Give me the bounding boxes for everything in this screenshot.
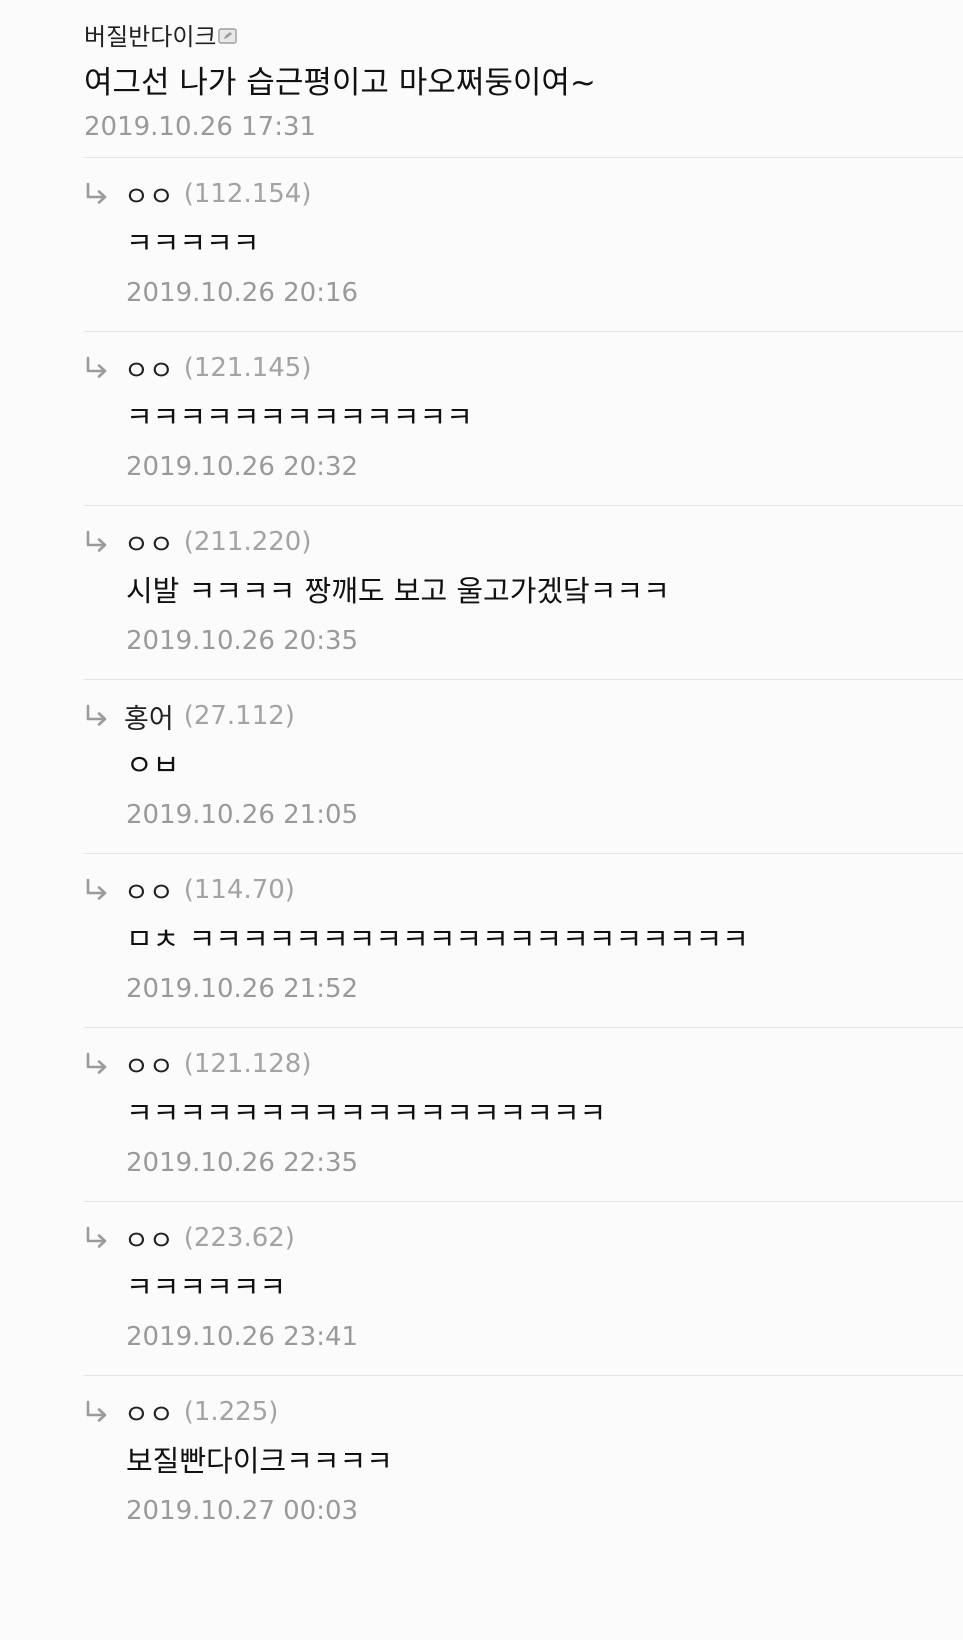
reply-item: ㅇㅇ (121.145) ㅋㅋㅋㅋㅋㅋㅋㅋㅋㅋㅋㅋㅋ 2019.10.26 20… [84, 332, 963, 506]
reply-text: ㅋㅋㅋㅋㅋ [126, 226, 260, 260]
reply-header: ㅇㅇ (114.70) [84, 870, 295, 910]
reply-arrow-icon [84, 355, 110, 381]
reply-ip: (121.128) [183, 1049, 312, 1079]
reply-ip: (27.112) [183, 701, 295, 731]
main-comment: 버질반다이크 여그선 나가 습근평이고 마오쩌둥이여~ 2019.10.26 1… [84, 0, 963, 158]
reply-header: 홍어 (27.112) [84, 696, 295, 736]
reply-item: ㅇㅇ (223.62) ㅋㅋㅋㅋㅋㅋ 2019.10.26 23:41 [84, 1202, 963, 1376]
reply-text: 시발 ㅋㅋㅋㅋ 짱깨도 보고 울고가겠닼ㅋㅋㅋ [126, 574, 670, 608]
reply-ip: (223.62) [183, 1223, 295, 1253]
main-comment-text: 여그선 나가 습근평이고 마오쩌둥이여~ [84, 65, 596, 101]
reply-author[interactable]: ㅇㅇ [124, 1045, 174, 1084]
reply-date: 2019.10.26 20:32 [126, 452, 359, 482]
reply-arrow-icon [84, 877, 110, 903]
reply-header: ㅇㅇ (121.145) [84, 348, 312, 388]
reply-arrow-icon [84, 1225, 110, 1251]
reply-arrow-icon [84, 703, 110, 729]
reply-date: 2019.10.26 23:41 [126, 1322, 359, 1352]
reply-ip: (114.70) [183, 875, 295, 905]
reply-date: 2019.10.26 22:35 [126, 1148, 359, 1178]
reply-date: 2019.10.26 20:35 [126, 626, 359, 656]
reply-date: 2019.10.27 00:03 [126, 1496, 359, 1526]
reply-ip: (1.225) [183, 1397, 279, 1427]
reply-text: ㅋㅋㅋㅋㅋㅋㅋㅋㅋㅋㅋㅋㅋ [126, 400, 473, 434]
main-comment-date: 2019.10.26 17:31 [84, 112, 317, 142]
reply-text: ㅁㅊ ㅋㅋㅋㅋㅋㅋㅋㅋㅋㅋㅋㅋㅋㅋㅋㅋㅋㅋㅋㅋㅋ [126, 922, 749, 956]
reply-header: ㅇㅇ (211.220) [84, 522, 312, 562]
reply-item: ㅇㅇ (114.70) ㅁㅊ ㅋㅋㅋㅋㅋㅋㅋㅋㅋㅋㅋㅋㅋㅋㅋㅋㅋㅋㅋㅋㅋ 201… [84, 854, 963, 1028]
reply-arrow-icon [84, 181, 110, 207]
main-comment-author[interactable]: 버질반다이크 [84, 17, 216, 52]
reply-list: ㅇㅇ (112.154) ㅋㅋㅋㅋㅋ 2019.10.26 20:16 ㅇㅇ (… [0, 158, 963, 1550]
reply-author[interactable]: 홍어 [124, 697, 174, 736]
reply-arrow-icon [84, 1051, 110, 1077]
reply-date: 2019.10.26 20:16 [126, 278, 359, 308]
reply-arrow-icon [84, 529, 110, 555]
reply-date: 2019.10.26 21:52 [126, 974, 359, 1004]
reply-text: ㅋㅋㅋㅋㅋㅋㅋㅋㅋㅋㅋㅋㅋㅋㅋㅋㅋㅋ [126, 1096, 607, 1130]
reply-author[interactable]: ㅇㅇ [124, 175, 174, 214]
reply-text: ㅇㅂ [126, 748, 180, 782]
main-comment-header: 버질반다이크 [84, 14, 963, 54]
reply-header: ㅇㅇ (223.62) [84, 1218, 295, 1258]
reply-author[interactable]: ㅇㅇ [124, 349, 174, 388]
reply-author[interactable]: ㅇㅇ [124, 1219, 174, 1258]
comment-section: 버질반다이크 여그선 나가 습근평이고 마오쩌둥이여~ 2019.10.26 1… [0, 0, 963, 1550]
reply-author[interactable]: ㅇㅇ [124, 1393, 174, 1432]
reply-item: ㅇㅇ (121.128) ㅋㅋㅋㅋㅋㅋㅋㅋㅋㅋㅋㅋㅋㅋㅋㅋㅋㅋ 2019.10.… [84, 1028, 963, 1202]
reply-date: 2019.10.26 21:05 [126, 800, 359, 830]
reply-header: ㅇㅇ (112.154) [84, 174, 312, 214]
reply-header: ㅇㅇ (1.225) [84, 1392, 278, 1432]
edit-icon [218, 27, 238, 45]
reply-item: ㅇㅇ (211.220) 시발 ㅋㅋㅋㅋ 짱깨도 보고 울고가겠닼ㅋㅋㅋ 201… [84, 506, 963, 680]
reply-item: ㅇㅇ (112.154) ㅋㅋㅋㅋㅋ 2019.10.26 20:16 [84, 158, 963, 332]
reply-ip: (121.145) [183, 353, 312, 383]
reply-ip: (112.154) [183, 179, 312, 209]
reply-text: 보질빤다이크ㅋㅋㅋㅋ [126, 1444, 393, 1478]
reply-text: ㅋㅋㅋㅋㅋㅋ [126, 1270, 287, 1304]
reply-author[interactable]: ㅇㅇ [124, 523, 174, 562]
reply-ip: (211.220) [183, 527, 312, 557]
reply-item: ㅇㅇ (1.225) 보질빤다이크ㅋㅋㅋㅋ 2019.10.27 00:03 [84, 1376, 963, 1550]
reply-item: 홍어 (27.112) ㅇㅂ 2019.10.26 21:05 [84, 680, 963, 854]
reply-header: ㅇㅇ (121.128) [84, 1044, 312, 1084]
reply-author[interactable]: ㅇㅇ [124, 871, 174, 910]
reply-arrow-icon [84, 1399, 110, 1425]
